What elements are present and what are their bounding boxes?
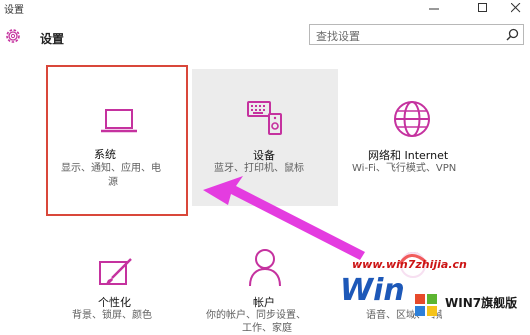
watermark-badge: WIN7旗舰版: [445, 296, 518, 310]
svg-text:Win: Win: [340, 273, 405, 308]
watermark-url: www.win7zhijia.cn: [352, 258, 467, 271]
